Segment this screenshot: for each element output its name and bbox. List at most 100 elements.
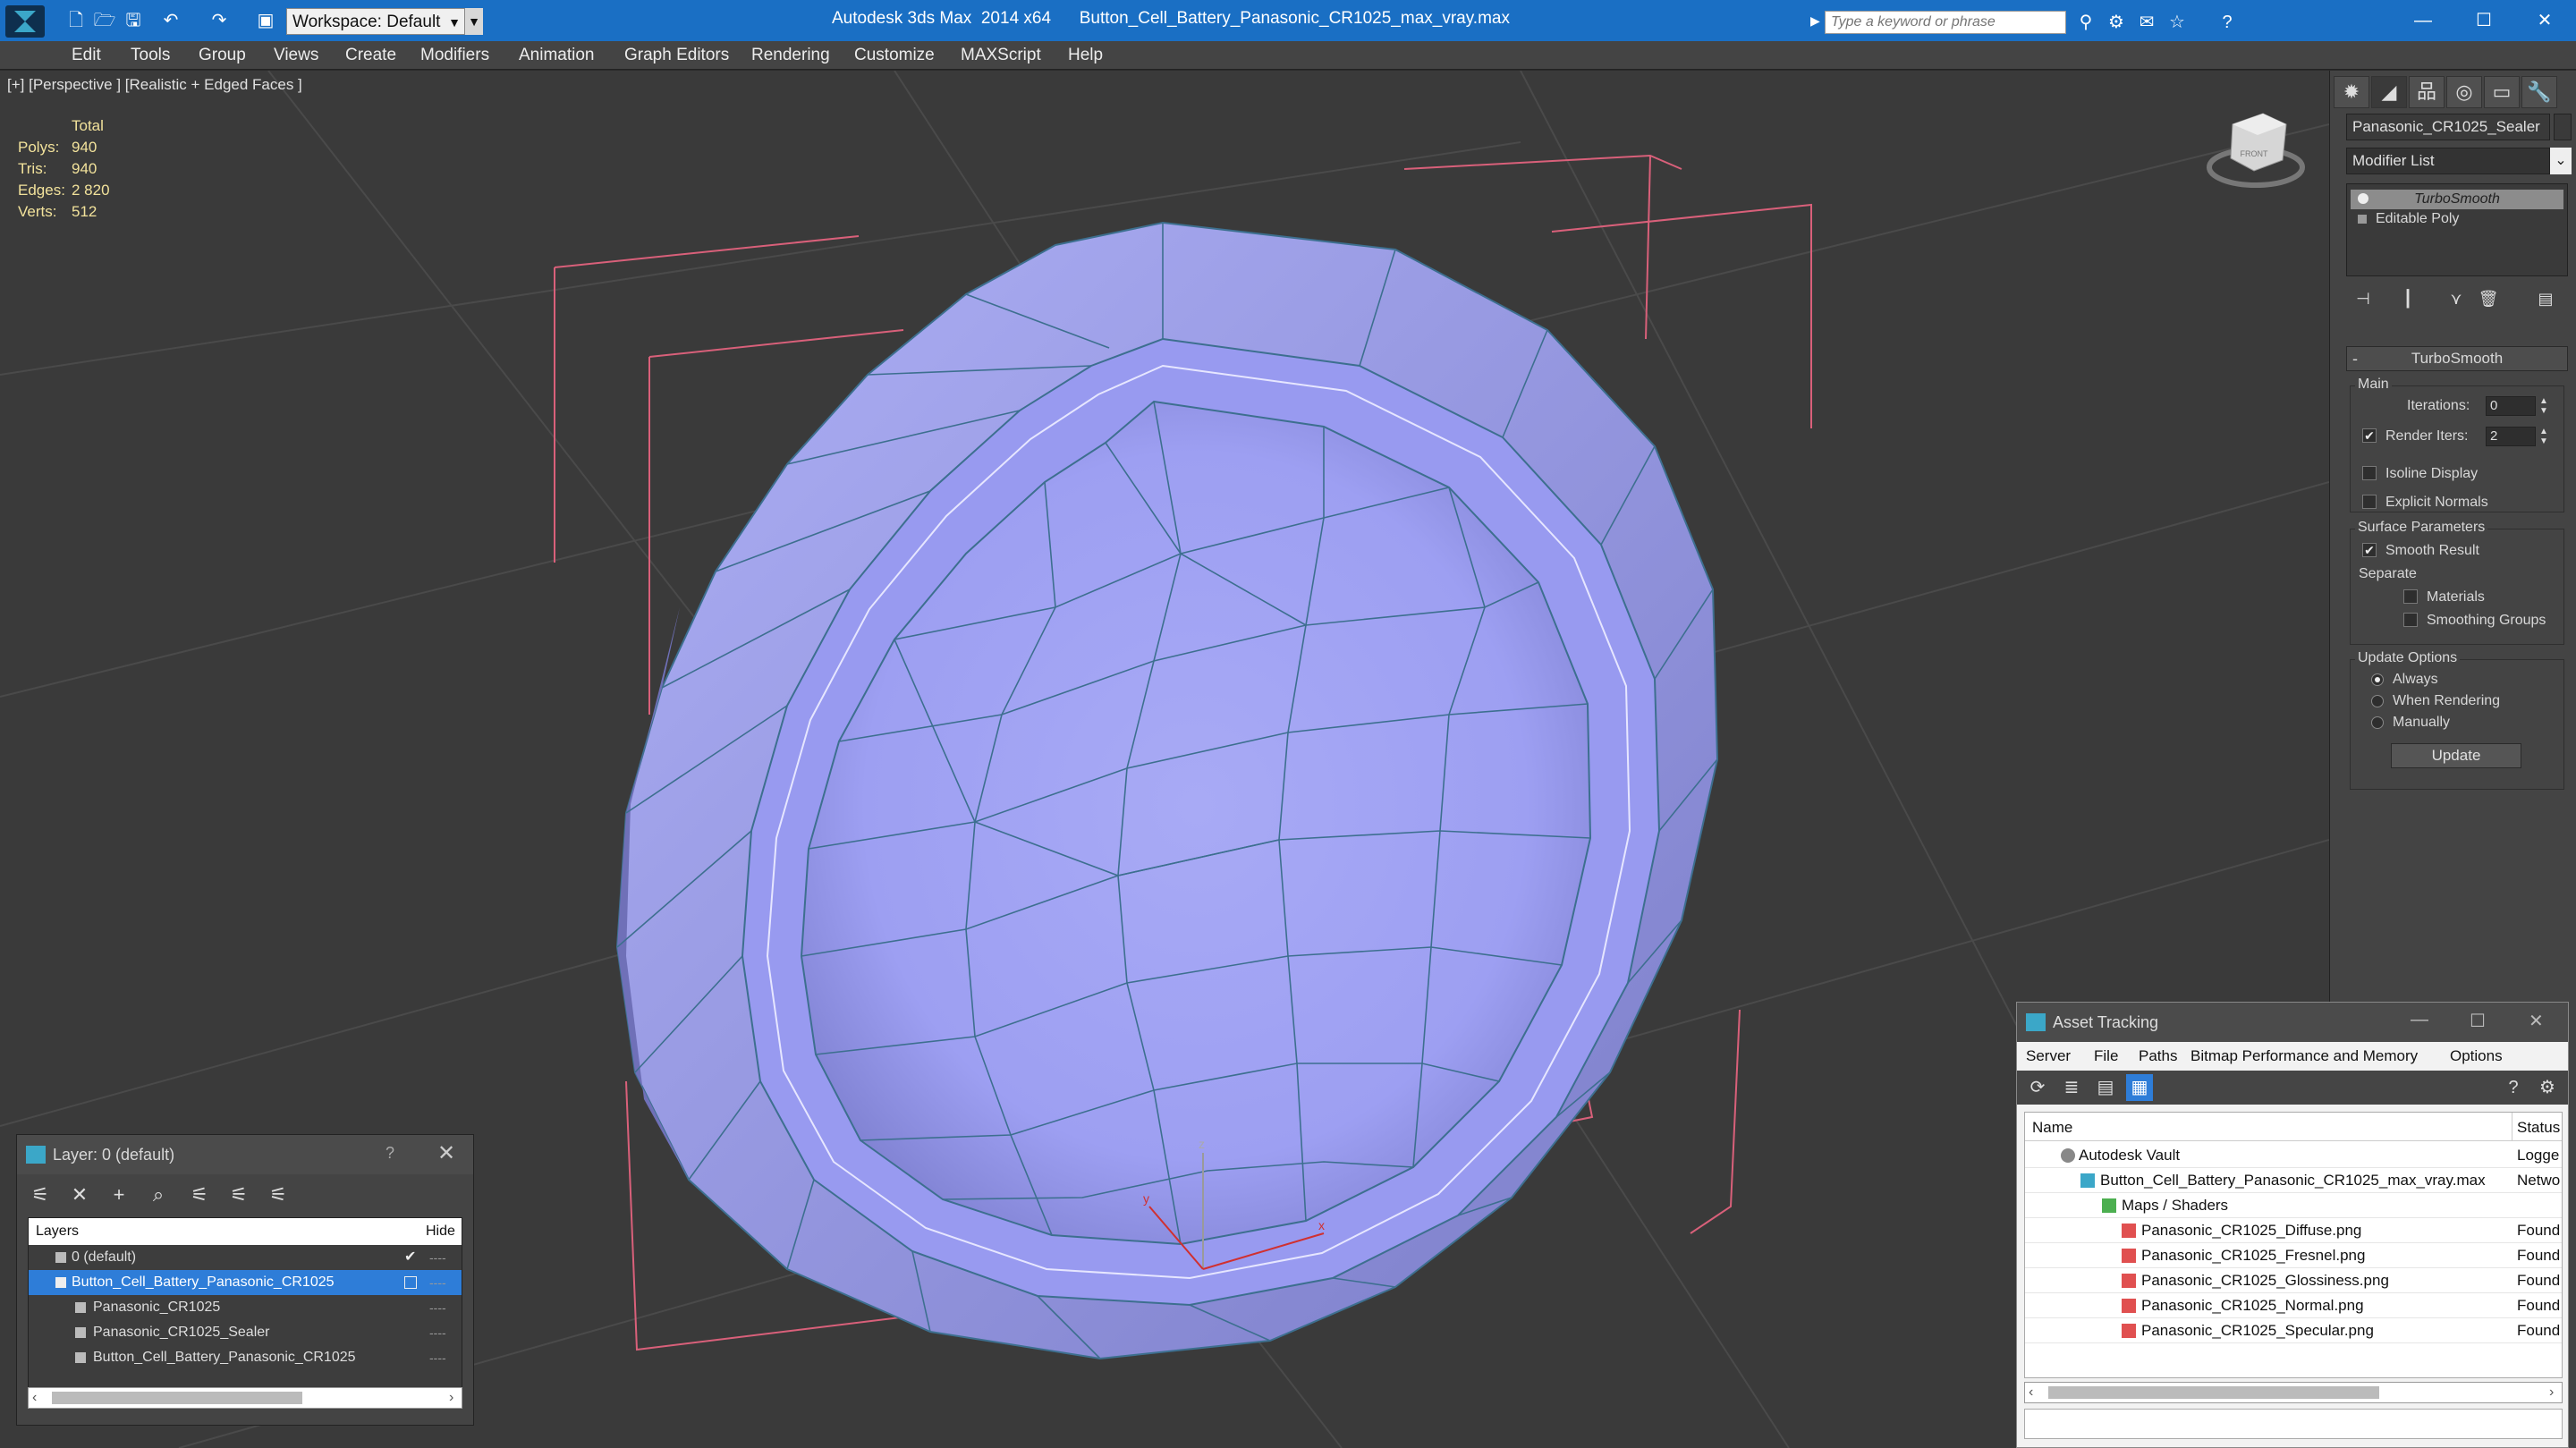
when-rendering-radio[interactable] bbox=[2371, 695, 2384, 707]
show-end-result-icon[interactable]: ┃ bbox=[2393, 285, 2423, 312]
menu-create[interactable]: Create bbox=[345, 46, 396, 65]
layer-row[interactable]: Panasonic_CR1025 ---- bbox=[29, 1295, 462, 1320]
render-iters-checkbox[interactable]: ✔ bbox=[2362, 428, 2377, 443]
modify-tab-icon[interactable]: ◢ bbox=[2371, 76, 2407, 108]
menu-modifiers[interactable]: Modifiers bbox=[420, 46, 489, 65]
layer-row[interactable]: Button_Cell_Battery_Panasonic_CR1025 ---… bbox=[29, 1270, 462, 1295]
table-view-icon[interactable]: ▦ bbox=[2126, 1074, 2153, 1101]
open-file-icon[interactable]: 🗁 bbox=[93, 9, 116, 32]
utilities-tab-icon[interactable]: 🔧 bbox=[2521, 76, 2557, 108]
scroll-right-icon[interactable]: › bbox=[449, 1388, 453, 1408]
layer-window-titlebar[interactable]: Layer: 0 (default) ? ✕ bbox=[17, 1135, 473, 1174]
project-folder-icon[interactable]: ▣ bbox=[254, 9, 277, 32]
redo-icon[interactable]: ↷ bbox=[208, 9, 231, 32]
menu-maxscript[interactable]: MAXScript bbox=[961, 46, 1041, 65]
favorites-star-icon[interactable]: ☆ bbox=[2165, 11, 2190, 34]
delete-layer-icon[interactable]: ✕ bbox=[64, 1181, 96, 1208]
asset-row[interactable]: Button_Cell_Battery_Panasonic_CR1025_max… bbox=[2025, 1168, 2562, 1193]
minimize-button[interactable]: — bbox=[2397, 5, 2449, 36]
asset-row[interactable]: Panasonic_CR1025_Specular.png Found bbox=[2025, 1318, 2562, 1343]
scroll-thumb[interactable] bbox=[52, 1392, 302, 1404]
add-to-layer-icon[interactable]: + bbox=[103, 1181, 135, 1208]
object-color-swatch[interactable] bbox=[2554, 114, 2572, 140]
stack-item-turbosmooth[interactable]: TurboSmooth bbox=[2351, 190, 2563, 209]
layer-row[interactable]: 0 (default) ✔ ---- bbox=[29, 1245, 462, 1270]
new-file-icon[interactable]: 🗋 bbox=[64, 9, 88, 32]
column-header-hide[interactable]: Hide bbox=[426, 1224, 455, 1240]
search-input[interactable] bbox=[1825, 11, 2066, 34]
viewport-label[interactable]: [+] [Perspective ] [Realistic + Edged Fa… bbox=[7, 76, 302, 94]
help-button[interactable]: ? bbox=[386, 1144, 394, 1163]
always-radio[interactable] bbox=[2371, 673, 2384, 686]
minimize-button[interactable]: — bbox=[2411, 1010, 2428, 1030]
highlight-layer-icon[interactable]: ⚟ bbox=[183, 1181, 216, 1208]
smooth-result-checkbox[interactable]: ✔ bbox=[2362, 543, 2377, 557]
rollout-header[interactable]: - TurboSmooth bbox=[2346, 346, 2568, 371]
menu-help[interactable]: Help bbox=[1068, 46, 1103, 65]
close-button[interactable]: ✕ bbox=[2519, 5, 2571, 36]
display-tab-icon[interactable]: ▭ bbox=[2484, 76, 2520, 108]
asset-menu-options[interactable]: Options bbox=[2450, 1047, 2503, 1065]
asset-row[interactable]: Panasonic_CR1025_Fresnel.png Found bbox=[2025, 1243, 2562, 1268]
asset-menu-file[interactable]: File bbox=[2094, 1047, 2118, 1065]
close-button[interactable]: ✕ bbox=[2529, 1010, 2544, 1032]
search-expand-icon[interactable]: ▶ bbox=[1810, 13, 1823, 30]
asset-row[interactable]: Panasonic_CR1025_Diffuse.png Found bbox=[2025, 1218, 2562, 1243]
hide-toggle[interactable]: ---- bbox=[429, 1270, 446, 1295]
hierarchy-tab-icon[interactable]: 品 bbox=[2409, 76, 2445, 108]
spinner-arrows-icon[interactable]: ▲ ▼ bbox=[2538, 427, 2550, 446]
asset-window-titlebar[interactable]: Asset Tracking — ☐ ✕ bbox=[2017, 1003, 2568, 1042]
lightbulb-icon[interactable] bbox=[2358, 193, 2368, 204]
layer-horizontal-scrollbar[interactable]: ‹ › bbox=[28, 1387, 462, 1409]
asset-menu-bitmap-performance[interactable]: Bitmap Performance and Memory bbox=[2190, 1047, 2418, 1065]
smoothing-groups-checkbox[interactable] bbox=[2403, 613, 2418, 627]
make-unique-icon[interactable]: ⋎ bbox=[2441, 285, 2471, 312]
workspace-dropdown[interactable]: Workspace: Default ▼ bbox=[286, 8, 465, 35]
hide-toggle[interactable]: ---- bbox=[429, 1245, 446, 1270]
detail-view-icon[interactable]: ▤ bbox=[2092, 1074, 2119, 1101]
asset-row[interactable]: Panasonic_CR1025_Normal.png Found bbox=[2025, 1293, 2562, 1318]
iterations-spinner[interactable]: 0 bbox=[2486, 396, 2536, 416]
binoculars-icon[interactable]: ⚲ bbox=[2073, 11, 2098, 34]
help-icon[interactable]: ? bbox=[2215, 11, 2240, 34]
hide-toggle[interactable]: ---- bbox=[429, 1320, 446, 1345]
scroll-thumb[interactable] bbox=[2048, 1386, 2379, 1399]
object-name-field[interactable]: Panasonic_CR1025_Sealer bbox=[2346, 114, 2550, 140]
hide-toggle[interactable]: ---- bbox=[429, 1295, 446, 1320]
pin-stack-icon[interactable]: ⊣ bbox=[2348, 285, 2378, 312]
materials-checkbox[interactable] bbox=[2403, 589, 2418, 604]
remove-modifier-icon[interactable]: 🗑 bbox=[2473, 285, 2504, 312]
current-layer-checkbox[interactable] bbox=[404, 1276, 417, 1289]
select-in-layer-icon[interactable]: ⌕ bbox=[142, 1181, 174, 1208]
motion-tab-icon[interactable]: ◎ bbox=[2446, 76, 2482, 108]
close-button[interactable]: ✕ bbox=[437, 1140, 455, 1166]
undo-icon[interactable]: ↶ bbox=[159, 9, 182, 32]
layer-row[interactable]: Button_Cell_Battery_Panasonic_CR1025 ---… bbox=[29, 1345, 462, 1370]
asset-menu-server[interactable]: Server bbox=[2026, 1047, 2071, 1065]
settings-icon[interactable]: ⚙ bbox=[2534, 1074, 2561, 1101]
asset-row[interactable]: Panasonic_CR1025_Glossiness.png Found bbox=[2025, 1268, 2562, 1293]
column-header-status[interactable]: Status bbox=[2517, 1119, 2560, 1137]
asset-row[interactable]: Autodesk Vault Logge bbox=[2025, 1143, 2562, 1168]
app-logo-icon[interactable] bbox=[5, 5, 45, 38]
update-button[interactable]: Update bbox=[2391, 743, 2521, 768]
maximize-button[interactable]: ☐ bbox=[2470, 1010, 2486, 1032]
asset-horizontal-scrollbar[interactable]: ‹ › bbox=[2024, 1382, 2563, 1403]
refresh-icon[interactable]: ⟳ bbox=[2024, 1074, 2051, 1101]
modifier-list-dropdown[interactable]: Modifier List bbox=[2346, 148, 2550, 174]
scroll-right-icon[interactable]: › bbox=[2549, 1383, 2554, 1402]
column-header-layers[interactable]: Layers bbox=[36, 1224, 79, 1240]
current-layer-check-icon[interactable]: ✔ bbox=[404, 1245, 416, 1270]
communication-icon[interactable]: ✉ bbox=[2134, 11, 2159, 34]
render-iters-spinner[interactable]: 2 bbox=[2486, 427, 2536, 446]
freeze-all-icon[interactable]: ⚟ bbox=[262, 1181, 294, 1208]
menu-edit[interactable]: Edit bbox=[72, 46, 101, 65]
isoline-checkbox[interactable] bbox=[2362, 466, 2377, 480]
maximize-button[interactable]: ☐ bbox=[2458, 5, 2510, 36]
column-header-name[interactable]: Name bbox=[2032, 1119, 2072, 1137]
explicit-normals-checkbox[interactable] bbox=[2362, 495, 2377, 509]
menu-rendering[interactable]: Rendering bbox=[751, 46, 830, 65]
help-icon[interactable]: ? bbox=[2500, 1074, 2527, 1101]
quick-access-dropdown-icon[interactable]: ▼ bbox=[465, 8, 483, 35]
asset-menu-paths[interactable]: Paths bbox=[2139, 1047, 2177, 1065]
